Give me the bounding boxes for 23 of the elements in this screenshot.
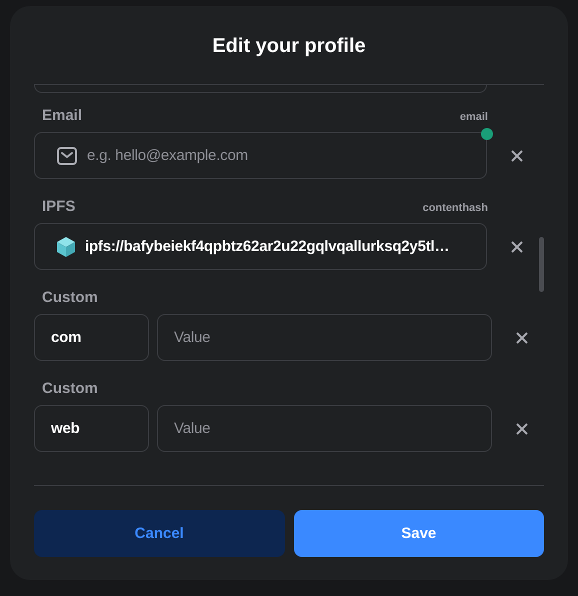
- save-button[interactable]: Save: [294, 510, 544, 557]
- record-type: contenthash: [422, 202, 488, 214]
- dialog-title: Edit your profile: [211, 34, 367, 59]
- close-icon: [511, 150, 523, 162]
- input-field[interactable]: [34, 85, 487, 93]
- field-label: Custom: [42, 289, 98, 306]
- close-icon: [516, 332, 528, 344]
- cube-icon: [56, 236, 76, 258]
- envelope-icon: [56, 146, 78, 166]
- input-field[interactable]: e.g. hello@example.com: [34, 132, 487, 179]
- key-field[interactable]: com: [34, 314, 149, 361]
- close-icon: [511, 240, 523, 252]
- record-type: email: [460, 111, 488, 123]
- value-field[interactable]: Value: [157, 314, 492, 361]
- value-field[interactable]: Value: [157, 405, 492, 452]
- field-label: Custom: [42, 380, 98, 397]
- scrollbar[interactable]: [539, 237, 544, 292]
- field-label: IPFS: [42, 198, 76, 215]
- cancel-button[interactable]: Cancel: [34, 510, 284, 557]
- input-field[interactable]: ipfs://bafybeiekf4qpbtz62ar2u22gqlvqallurksq2y5tl…: [34, 223, 487, 270]
- key-field[interactable]: web: [34, 405, 149, 452]
- field-label: Email: [42, 107, 82, 124]
- close-icon: [516, 422, 528, 434]
